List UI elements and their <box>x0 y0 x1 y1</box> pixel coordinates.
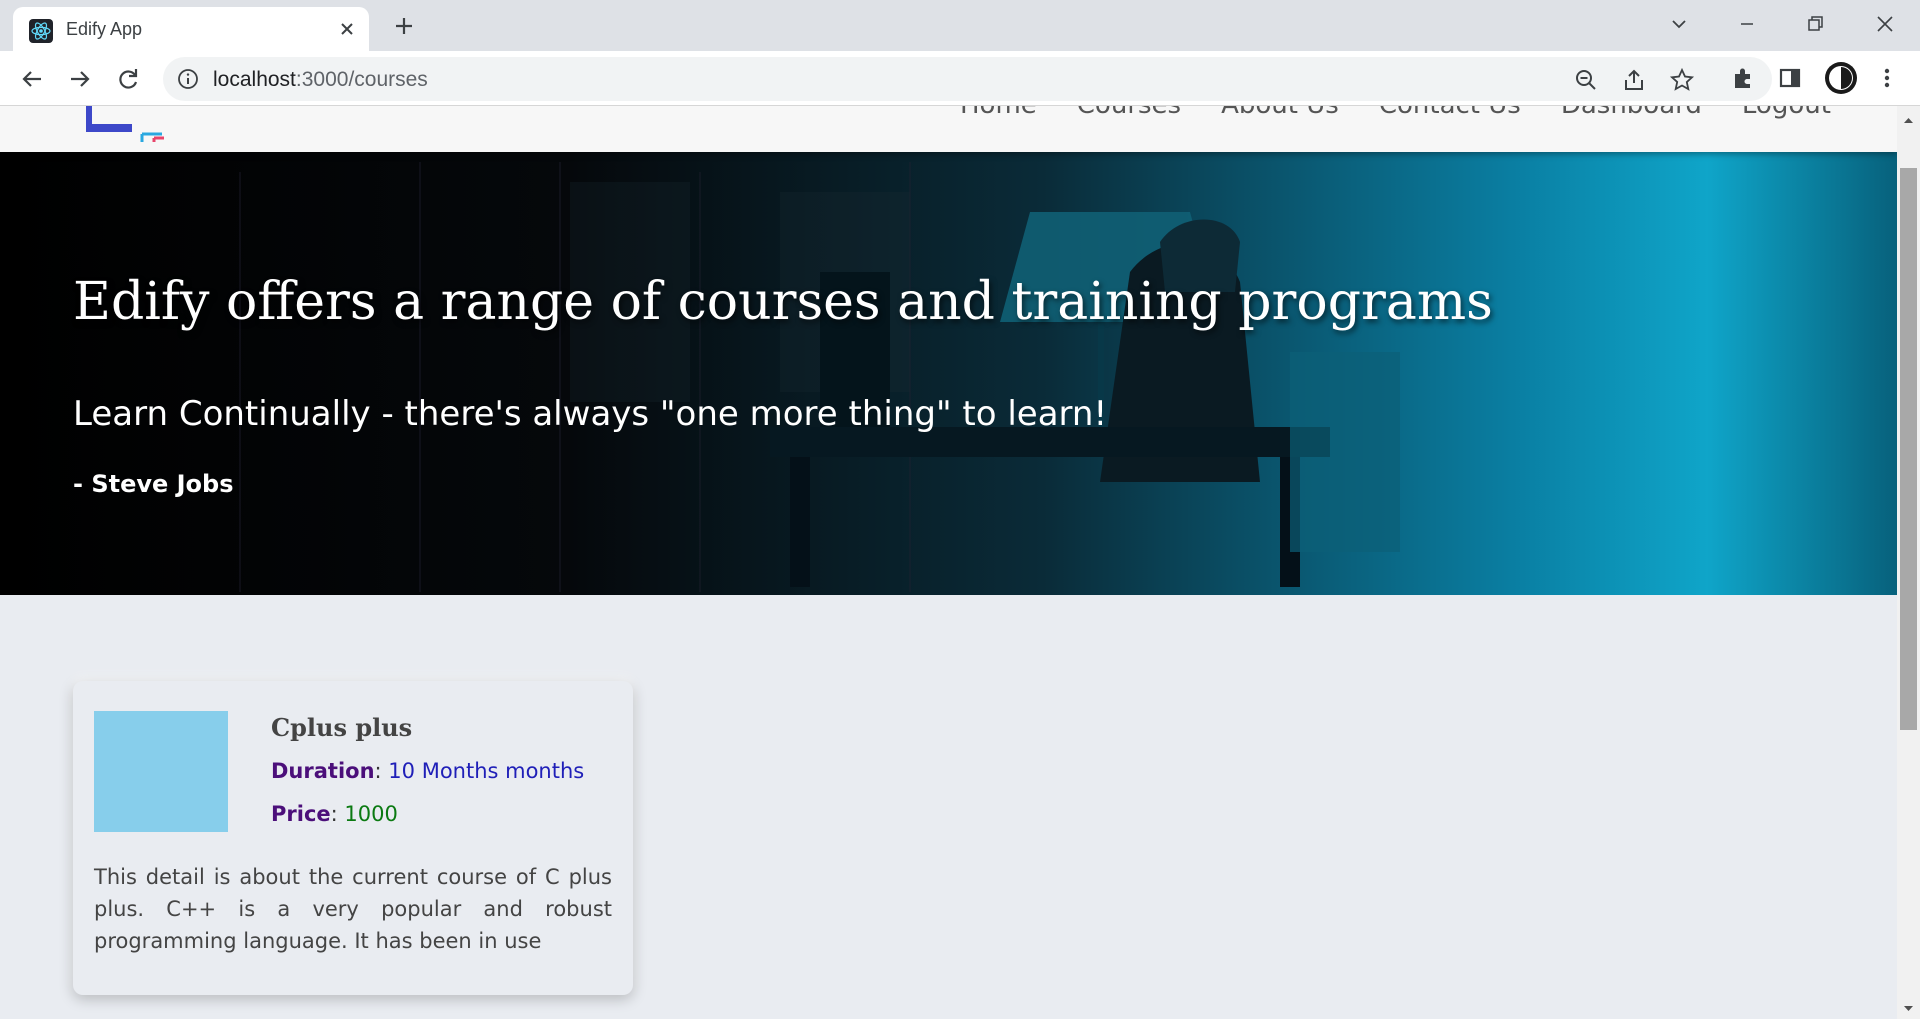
info-icon[interactable] <box>177 68 199 90</box>
nav-links: Home Courses About Us Contact Us Dashboa… <box>960 106 1831 120</box>
extensions-icon[interactable] <box>1729 64 1757 92</box>
nav-logout[interactable]: Logout <box>1742 106 1831 120</box>
price-value: 1000 <box>344 802 398 826</box>
scroll-thumb[interactable] <box>1900 168 1917 730</box>
forward-icon[interactable] <box>65 64 95 94</box>
course-card[interactable]: Cplus plus Duration: 10 Months months Pr… <box>73 681 633 995</box>
nav-home[interactable]: Home <box>960 106 1037 120</box>
course-name: Cplus plus <box>271 713 413 742</box>
star-icon[interactable] <box>1669 67 1695 93</box>
scroll-up-arrow-icon[interactable] <box>1902 112 1915 125</box>
course-price: Price: 1000 <box>271 802 398 826</box>
course-thumbnail <box>94 711 228 832</box>
browser-tab[interactable]: Edify App <box>13 7 369 51</box>
plus-icon[interactable] <box>390 12 418 40</box>
profile-avatar[interactable] <box>1825 62 1857 94</box>
nav-about[interactable]: About Us <box>1221 106 1339 120</box>
hero-title: Edify offers a range of courses and trai… <box>73 272 1493 332</box>
chevron-down-icon[interactable] <box>1665 10 1693 38</box>
url-path: :3000/courses <box>295 68 428 91</box>
page-viewport: Home Courses About Us Contact Us Dashboa… <box>0 106 1897 1019</box>
browser-tabbar: Edify App <box>0 0 1920 51</box>
course-duration: Duration: 10 Months months <box>271 759 585 783</box>
duration-value: 10 Months months <box>388 759 585 783</box>
close-window-icon[interactable] <box>1871 10 1899 38</box>
browser-toolbar: localhost:3000/courses <box>0 51 1920 106</box>
back-icon[interactable] <box>17 64 47 94</box>
close-icon[interactable] <box>335 17 359 41</box>
course-description: This detail is about the current course … <box>94 865 612 953</box>
hero-background-illustration <box>239 162 1400 592</box>
hero-quote: Learn Continually - there's always "one … <box>73 394 1108 434</box>
nav-dashboard[interactable]: Dashboard <box>1561 106 1702 120</box>
nav-courses[interactable]: Courses <box>1077 106 1181 120</box>
page-scrollbar[interactable] <box>1897 106 1920 1019</box>
share-icon[interactable] <box>1621 67 1647 93</box>
scroll-down-arrow-icon[interactable] <box>1902 1000 1915 1013</box>
zoom-out-icon[interactable] <box>1573 67 1599 93</box>
site-navbar: Home Courses About Us Contact Us Dashboa… <box>0 106 1897 152</box>
price-label: Price <box>271 802 331 826</box>
edify-logo[interactable] <box>80 106 170 146</box>
address-bar[interactable]: localhost:3000/courses <box>163 57 1772 101</box>
reload-icon[interactable] <box>113 64 143 94</box>
hero-banner: Edify offers a range of courses and trai… <box>0 152 1897 595</box>
menu-icon[interactable] <box>1873 64 1901 92</box>
side-panel-icon[interactable] <box>1776 64 1804 92</box>
url-host: localhost <box>213 68 296 91</box>
minimize-icon[interactable] <box>1733 10 1761 38</box>
restore-icon[interactable] <box>1801 10 1829 38</box>
url-text: localhost:3000/courses <box>213 68 428 92</box>
hero-author: - Steve Jobs <box>73 470 234 498</box>
nav-contact[interactable]: Contact Us <box>1379 106 1521 120</box>
duration-label: Duration <box>271 759 375 783</box>
tab-title: Edify App <box>66 19 143 39</box>
react-favicon-icon <box>29 19 53 43</box>
